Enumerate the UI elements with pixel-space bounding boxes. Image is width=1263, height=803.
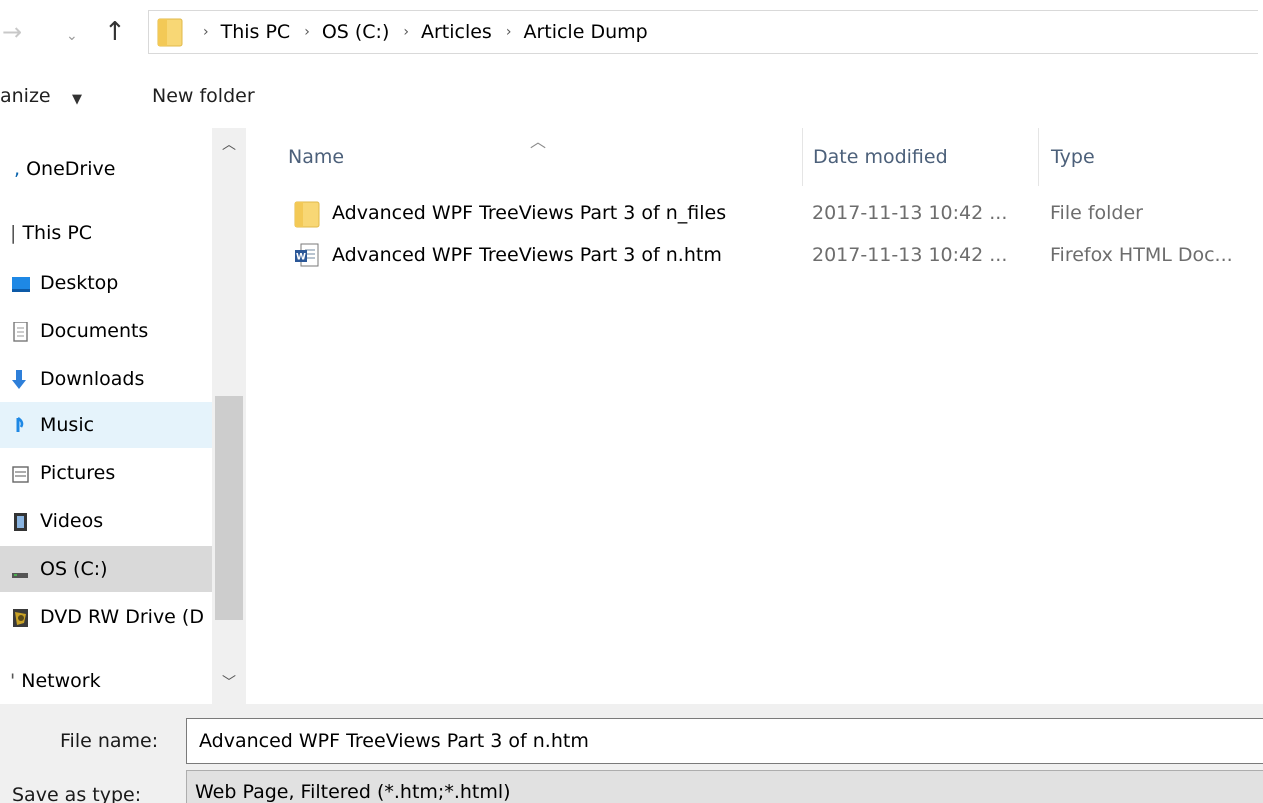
file-name: Advanced WPF TreeViews Part 3 of n.htm <box>332 244 722 266</box>
navigation-pane: , OneDrive | This PC Desktop Documents D… <box>0 128 246 704</box>
nav-item-label: Music <box>40 414 95 436</box>
breadcrumb-article-dump[interactable]: Article Dump <box>523 21 647 43</box>
forward-button[interactable]: → <box>2 18 22 46</box>
file-date-modified: 2017-11-13 10:42 ... <box>812 244 1008 266</box>
address-bar[interactable]: › This PC › OS (C:) › Articles › Article… <box>148 10 1258 54</box>
column-header-date-modified[interactable]: Date modified <box>802 128 1039 186</box>
save-as-dialog: → ⌄ ↑ › This PC › OS (C:) › Articles › A… <box>0 0 1263 803</box>
network-icon: ' <box>10 670 16 692</box>
toolbar: anize ▼ New folder <box>0 70 1263 128</box>
nav-item-label: DVD RW Drive (D <box>40 606 204 628</box>
save-options-panel: File name: Save as type: Web Page, Filte… <box>0 704 1263 803</box>
nav-item-dvd-rw-drive[interactable]: DVD RW Drive (D <box>0 594 212 640</box>
breadcrumb-this-pc[interactable]: This PC <box>221 21 291 43</box>
chevron-up-icon[interactable]: ︿ <box>212 134 246 154</box>
sort-ascending-icon: ︿ <box>530 132 547 151</box>
nav-pane-scrollbar[interactable]: ︿ ﹀ <box>212 128 246 704</box>
breadcrumb-separator-icon[interactable]: › <box>403 24 409 40</box>
chevron-down-icon[interactable]: ﹀ <box>212 672 246 692</box>
file-row[interactable]: W Advanced WPF TreeViews Part 3 of n.htm… <box>246 240 1263 272</box>
nav-item-label: Videos <box>40 510 104 532</box>
pictures-icon <box>12 466 29 483</box>
breadcrumb-separator-icon[interactable]: › <box>304 24 310 40</box>
nav-item-text: Network <box>21 670 101 692</box>
new-folder-button[interactable]: New folder <box>152 85 255 107</box>
nav-item-music[interactable]: Music <box>0 402 212 448</box>
nav-item-label: OS (C:) <box>40 558 108 580</box>
desktop-icon <box>12 277 30 292</box>
organize-button[interactable]: anize <box>0 85 51 107</box>
nav-item-label: Documents <box>40 320 149 342</box>
nav-item-desktop[interactable]: Desktop <box>0 260 212 306</box>
nav-item-label: | This PC <box>10 222 92 244</box>
column-header-label: Name <box>288 146 345 168</box>
breadcrumb-os-c[interactable]: OS (C:) <box>322 21 390 43</box>
file-list: ︿ Name Date modified Type Advanced WPF T… <box>246 128 1263 704</box>
file-name-input[interactable] <box>186 718 1263 764</box>
drive-icon <box>12 573 28 578</box>
recent-locations-button[interactable]: ⌄ <box>66 22 78 50</box>
nav-item-label: Downloads <box>40 368 145 390</box>
address-bar-row: → ⌄ ↑ › This PC › OS (C:) › Articles › A… <box>0 0 1263 66</box>
file-name-label: File name: <box>60 730 159 752</box>
breadcrumb-separator-icon[interactable]: › <box>506 24 512 40</box>
word-html-document-icon: W <box>295 243 319 267</box>
column-header-label: Type <box>1051 146 1095 168</box>
nav-item-label: Pictures <box>40 462 116 484</box>
file-type: Firefox HTML Doc... <box>1050 244 1233 266</box>
breadcrumb: › This PC › OS (C:) › Articles › Article… <box>197 11 648 53</box>
column-header-label: Date modified <box>813 146 948 168</box>
nav-item-os-c[interactable]: OS (C:) <box>0 546 212 592</box>
folder-icon <box>294 201 320 228</box>
save-as-type-select[interactable]: Web Page, Filtered (*.htm;*.html) <box>186 770 1263 803</box>
nav-item-text: This PC <box>22 222 93 244</box>
file-row[interactable]: Advanced WPF TreeViews Part 3 of n_files… <box>246 198 1263 230</box>
nav-item-downloads[interactable]: Downloads <box>0 356 212 402</box>
nav-item-text: OneDrive <box>26 158 116 180</box>
music-icon <box>16 416 24 432</box>
downloads-icon <box>12 370 26 389</box>
documents-icon <box>13 322 28 342</box>
file-name: Advanced WPF TreeViews Part 3 of n_files <box>332 202 727 224</box>
nav-item-label: ' Network <box>10 670 101 692</box>
nav-item-documents[interactable]: Documents <box>0 308 212 354</box>
column-header-type[interactable]: Type <box>1038 128 1263 186</box>
folder-icon <box>157 18 183 47</box>
chevron-down-icon[interactable]: ▼ <box>72 92 82 107</box>
column-header-name[interactable]: ︿ Name <box>246 128 802 186</box>
breadcrumb-articles[interactable]: Articles <box>421 21 492 43</box>
dvd-drive-icon <box>13 609 28 627</box>
nav-item-pictures[interactable]: Pictures <box>0 450 212 496</box>
breadcrumb-separator-icon[interactable]: › <box>203 24 209 40</box>
file-date-modified: 2017-11-13 10:42 ... <box>812 202 1008 224</box>
up-button[interactable]: ↑ <box>104 18 126 46</box>
file-type: File folder <box>1050 202 1143 224</box>
nav-item-this-pc[interactable]: | This PC <box>0 210 212 256</box>
nav-item-label: , OneDrive <box>14 158 115 180</box>
nav-item-videos[interactable]: Videos <box>0 498 212 544</box>
nav-item-network[interactable]: ' Network <box>0 658 212 704</box>
onedrive-icon: , <box>14 158 21 180</box>
scrollbar-thumb[interactable] <box>215 396 243 620</box>
save-as-type-label: Save as type: <box>12 784 142 803</box>
nav-item-label: Desktop <box>40 272 119 294</box>
svg-text:W: W <box>296 253 306 263</box>
this-pc-icon: | <box>10 222 17 244</box>
nav-item-onedrive[interactable]: , OneDrive <box>0 146 212 192</box>
save-as-type-value: Web Page, Filtered (*.htm;*.html) <box>195 781 511 803</box>
videos-icon <box>14 513 27 531</box>
